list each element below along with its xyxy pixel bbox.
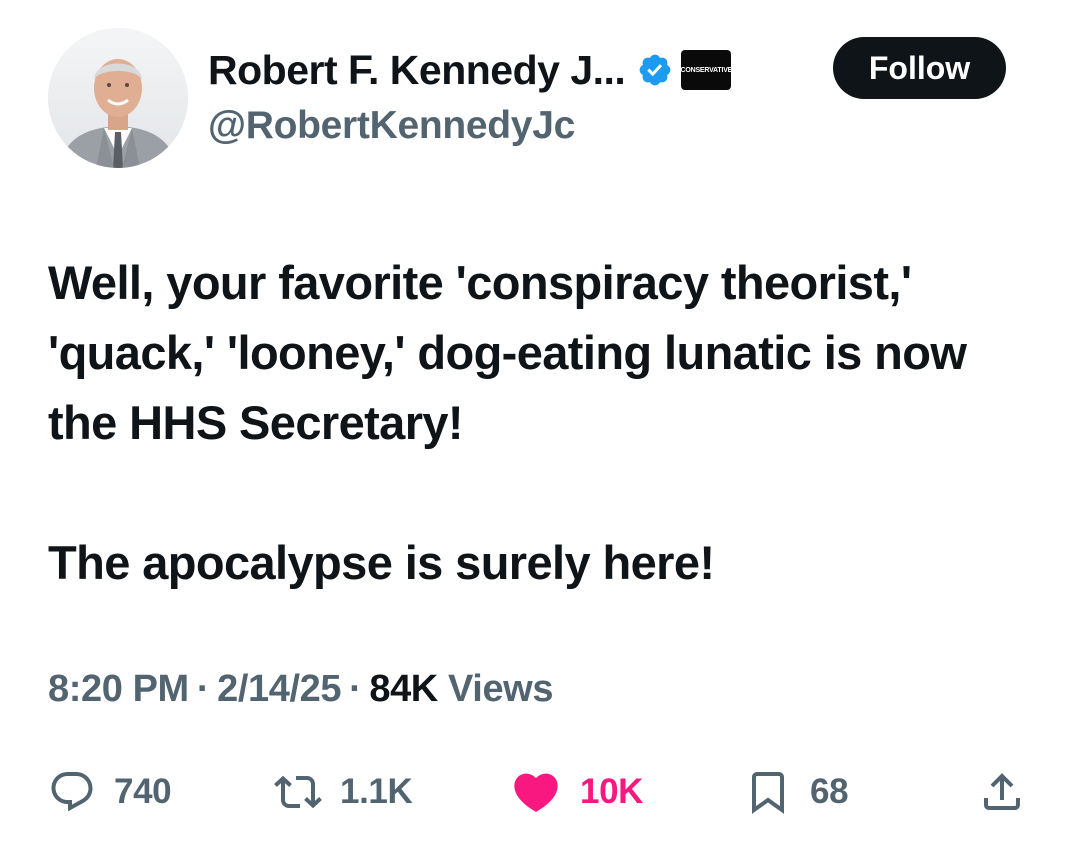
verified-icon[interactable] — [637, 52, 673, 88]
reply-count: 740 — [114, 772, 172, 811]
tweet-meta: 8:20 PM · 2/14/25 · 84K Views — [48, 668, 553, 711]
separator: · — [196, 668, 210, 710]
repost-button[interactable]: 1.1K — [274, 762, 413, 822]
display-name[interactable]: Robert F. Kennedy J... — [208, 47, 626, 94]
author-name-row: Robert F. Kennedy J... CONSERVATIVE — [208, 44, 732, 96]
share-button[interactable] — [978, 762, 1026, 822]
bookmark-icon — [752, 772, 784, 814]
tweet-text: Well, your favorite 'conspiracy theorist… — [48, 248, 1038, 598]
tweet-paragraph: Well, your favorite 'conspiracy theorist… — [48, 256, 967, 449]
heart-icon — [514, 773, 558, 812]
avatar[interactable] — [48, 28, 188, 168]
views-count: 84K — [369, 668, 438, 710]
reply-button[interactable]: 740 — [48, 762, 172, 822]
bookmark-button[interactable]: 68 — [744, 762, 849, 822]
author-handle[interactable]: @RobertKennedyJc — [208, 104, 575, 148]
like-count: 10K — [580, 772, 644, 811]
avatar-image — [48, 28, 188, 168]
affiliate-badge[interactable]: CONSERVATIVE — [681, 50, 732, 90]
views-label: Views — [448, 668, 554, 710]
action-bar: 740 1.1K 10K 68 — [48, 762, 1038, 822]
repost-icon — [274, 775, 322, 809]
like-button[interactable]: 10K — [510, 762, 643, 822]
tweet-card: Robert F. Kennedy J... CONSERVATIVE @Rob… — [0, 0, 1070, 854]
reply-icon — [51, 772, 93, 812]
tweet-date[interactable]: 2/14/25 — [217, 668, 341, 710]
share-icon — [984, 773, 1020, 810]
repost-count: 1.1K — [340, 772, 413, 811]
bookmark-count: 68 — [810, 772, 849, 811]
follow-button[interactable]: Follow — [833, 37, 1006, 99]
tweet-time[interactable]: 8:20 PM — [48, 668, 189, 710]
separator: · — [349, 668, 362, 710]
tweet-paragraph: The apocalypse is surely here! — [48, 536, 715, 589]
